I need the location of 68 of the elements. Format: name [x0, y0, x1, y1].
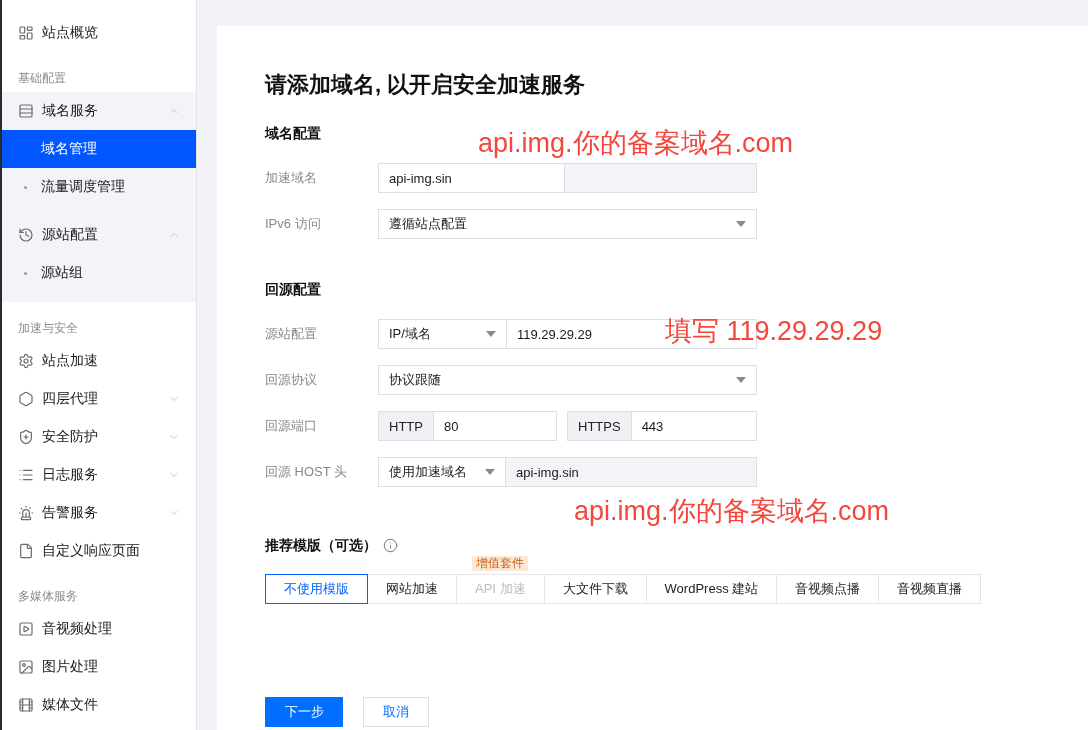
shield-icon: [18, 429, 34, 445]
nav-menu[interactable]: 告警服务: [2, 494, 196, 532]
nav-group-label: 加速与安全: [18, 320, 78, 336]
field-label: 回源协议: [265, 371, 317, 389]
nav-subitem[interactable]: 源站组: [2, 254, 196, 292]
info-icon[interactable]: [383, 537, 398, 553]
template-tab[interactable]: 不使用模版: [265, 574, 368, 604]
nav-group-label: 多媒体服务: [18, 588, 78, 604]
caret-icon: [736, 377, 746, 383]
port-input-field[interactable]: 443: [630, 411, 757, 441]
tag-label: 增值套件: [472, 556, 529, 571]
nav-subitem[interactable]: 流量调度管理: [2, 168, 196, 206]
field-label: IPv6 访问: [265, 215, 321, 233]
nav-group-label: 基础配置: [18, 70, 66, 86]
protocol-label: HTTP: [378, 411, 434, 441]
caret-icon: [486, 331, 496, 337]
cancel-button[interactable]: 取消: [363, 697, 429, 727]
nav-menu[interactable]: 源站配置: [2, 216, 196, 254]
dot-icon: [24, 271, 27, 275]
annotation-text: api.img.你的备案域名.com: [478, 127, 794, 159]
rows-icon: [18, 103, 34, 119]
protocol-label: HTTPS: [567, 411, 632, 441]
nav-item[interactable]: 图片处理: [2, 648, 196, 686]
field-label: 回源端口: [265, 417, 317, 435]
select-field[interactable]: 遵循站点配置: [378, 209, 757, 239]
section-heading: 回源配置: [265, 280, 321, 299]
nav-item[interactable]: 站点概览: [2, 14, 196, 52]
port-input-field[interactable]: 80: [432, 411, 557, 441]
file-icon: [18, 543, 34, 559]
template-tab[interactable]: 音视频直播: [878, 574, 982, 604]
dashboard-icon: [18, 25, 34, 41]
hexagon-icon: [18, 391, 34, 407]
section-heading: 域名配置: [265, 124, 321, 143]
nav-subitem[interactable]: 域名管理: [2, 130, 196, 168]
select-field[interactable]: 协议跟随: [378, 365, 757, 395]
nav-item[interactable]: 站点加速: [2, 342, 196, 380]
nav-item[interactable]: 音视频处理: [2, 610, 196, 648]
input-field[interactable]: api-img.sin: [378, 163, 565, 193]
siren-icon: [18, 505, 34, 521]
history-icon: [18, 227, 34, 243]
template-tab[interactable]: 网站加速: [367, 574, 457, 604]
template-tab[interactable]: 音视频点播: [776, 574, 880, 604]
nav-menu[interactable]: 域名服务: [2, 92, 196, 130]
nav-menu[interactable]: 四层代理: [2, 380, 196, 418]
annotation-text: api.img.你的备案域名.com: [574, 495, 890, 527]
section-heading: 推荐模版（可选）: [265, 536, 377, 555]
caret-icon: [736, 221, 746, 227]
next-button[interactable]: 下一步: [265, 697, 343, 727]
field-label: 源站配置: [265, 325, 317, 343]
template-tab[interactable]: WordPress 建站: [645, 574, 778, 604]
field-label: 回源 HOST 头: [265, 463, 348, 481]
select-field[interactable]: IP/域名: [378, 319, 507, 349]
play-icon: [18, 621, 34, 637]
nav-item[interactable]: 媒体文件: [2, 686, 196, 724]
nav-menu[interactable]: 日志服务: [2, 456, 196, 494]
image-icon: [18, 659, 34, 675]
nav-item[interactable]: 自定义响应页面: [2, 532, 196, 570]
settings-icon: [18, 353, 34, 369]
caret-icon: [485, 469, 495, 475]
list-icon: [18, 467, 34, 483]
page-title: 请添加域名, 以开启安全加速服务: [265, 71, 586, 99]
readonly-field: api-img.sin: [505, 457, 757, 487]
nav-menu[interactable]: 安全防护: [2, 418, 196, 456]
template-tab[interactable]: 大文件下载: [543, 574, 647, 604]
field-label: 加速域名: [265, 169, 317, 187]
film-icon: [18, 697, 34, 713]
dot-icon: [24, 185, 27, 189]
select-field[interactable]: 使用加速域名: [378, 457, 506, 487]
